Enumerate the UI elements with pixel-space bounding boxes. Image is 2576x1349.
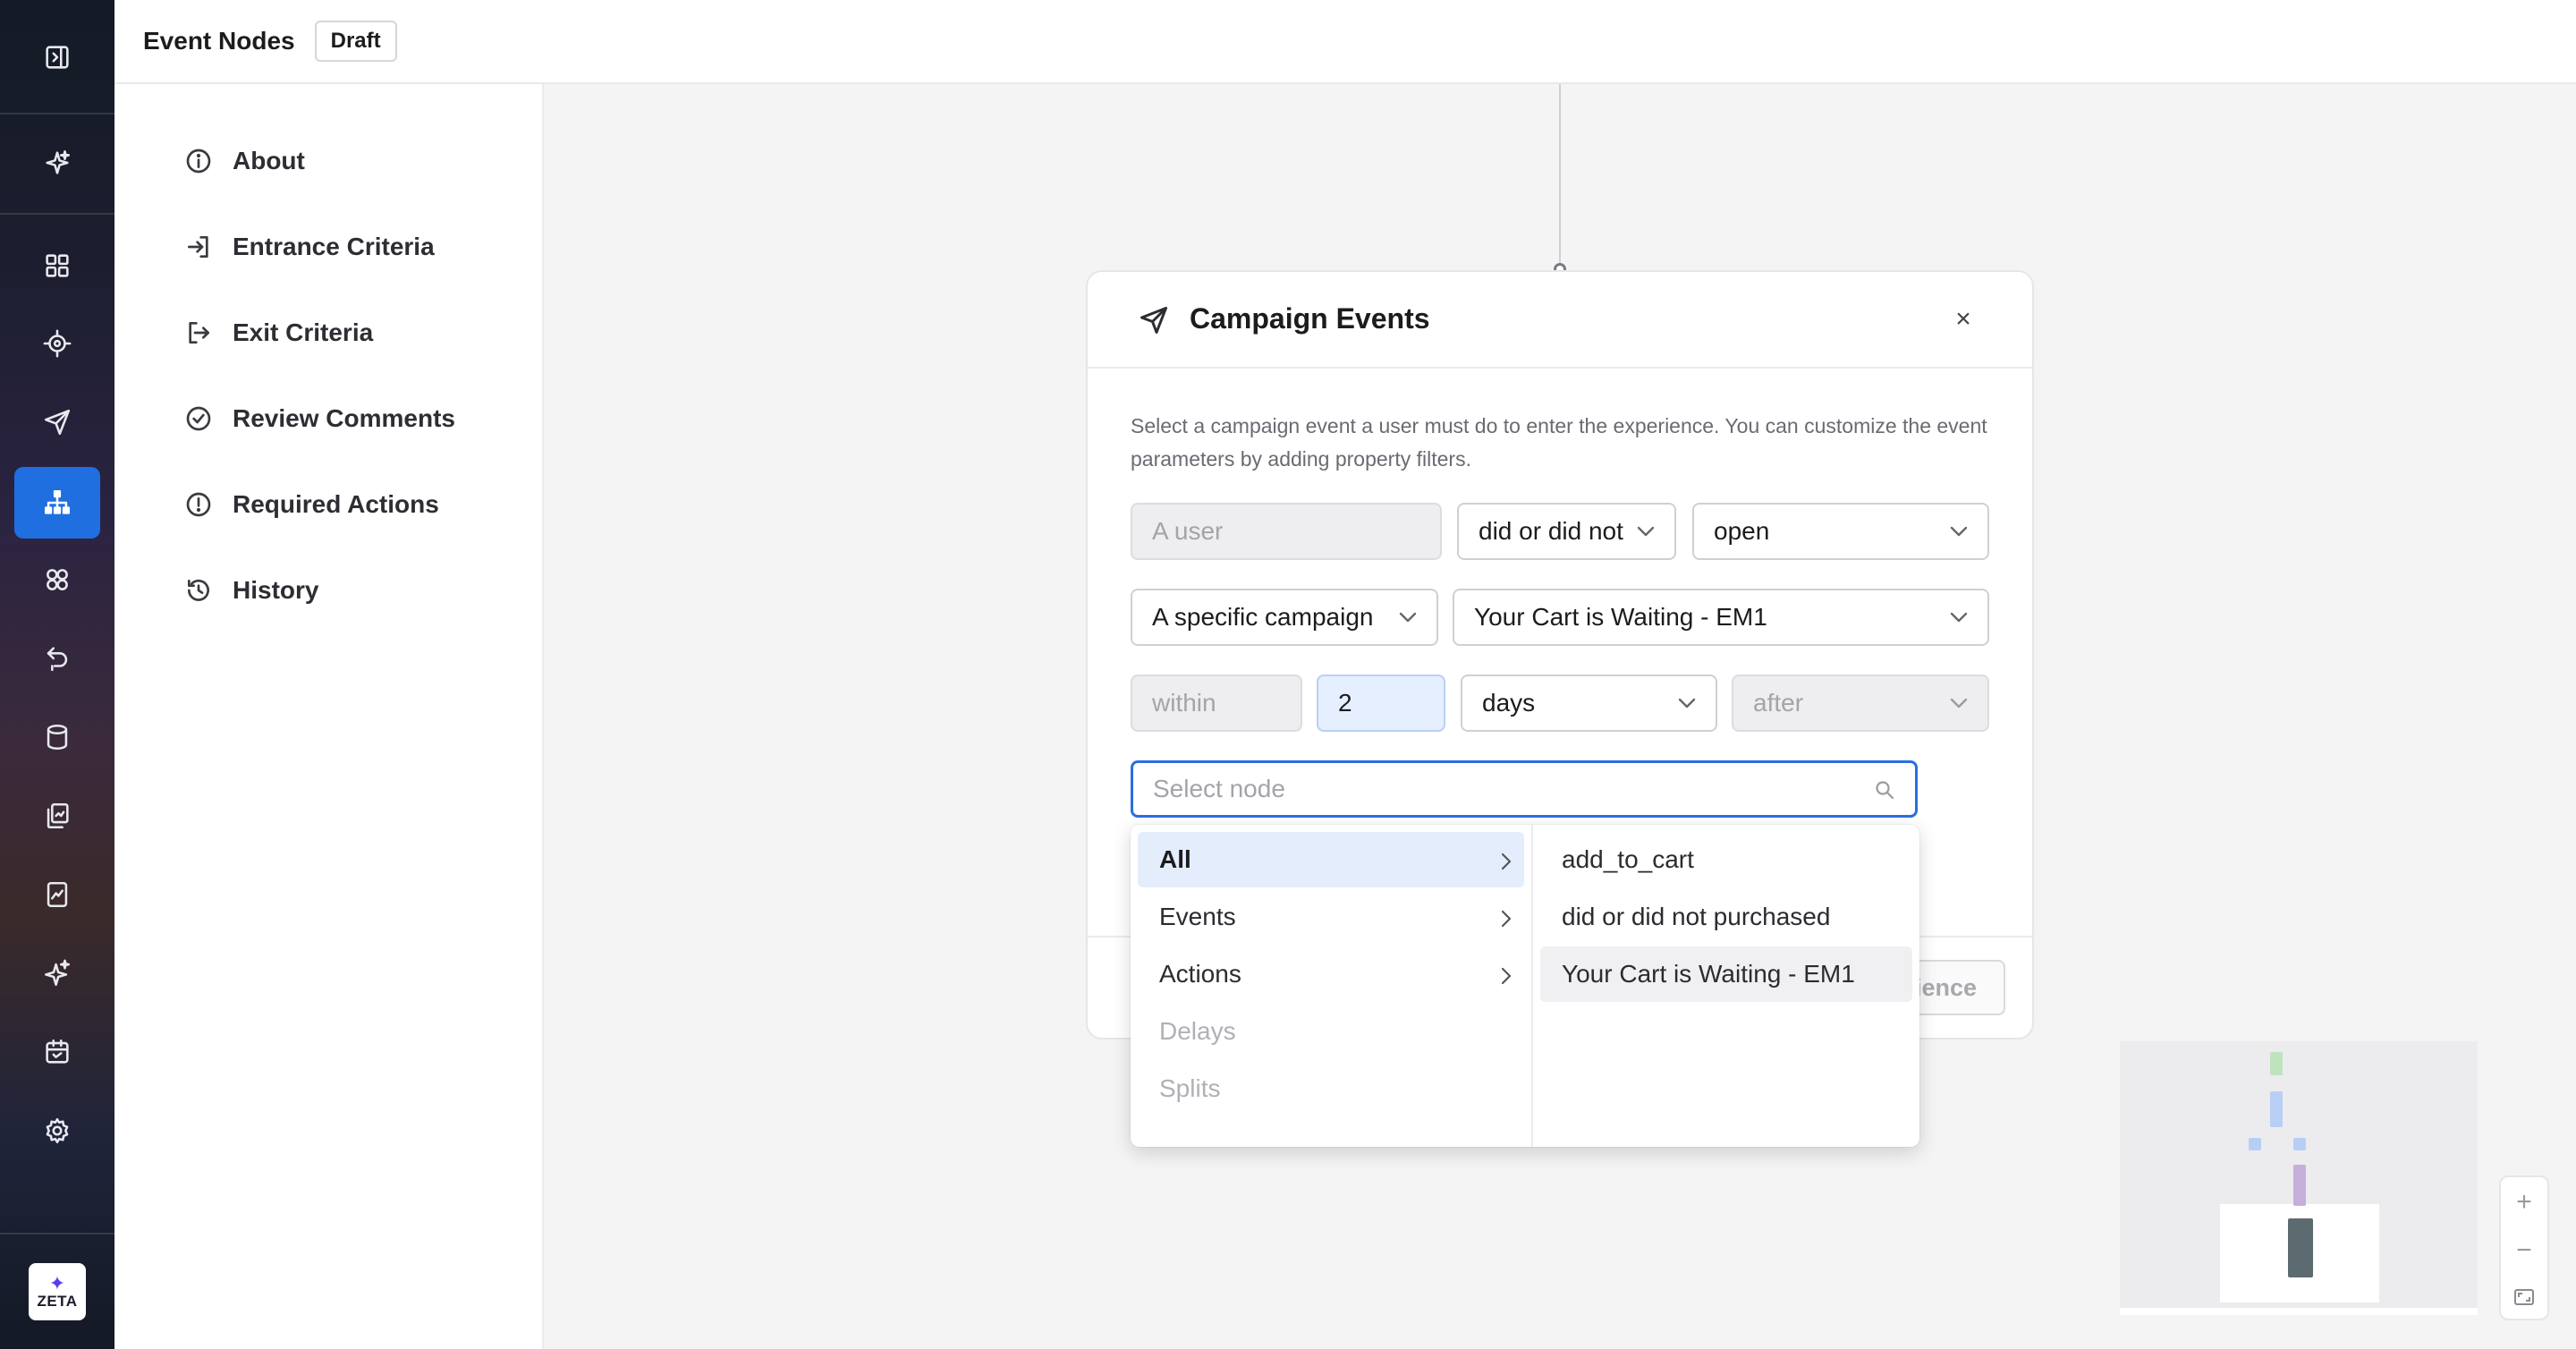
zoom-controls: + −: [2499, 1175, 2549, 1320]
top-bar: Event Nodes Draft: [114, 0, 2576, 84]
category-all[interactable]: All: [1138, 832, 1524, 887]
chevron-down-icon: [1399, 612, 1417, 623]
zoom-out-icon[interactable]: −: [2501, 1227, 2547, 1274]
return-icon[interactable]: [14, 623, 100, 694]
enter-icon: [188, 236, 208, 258]
campaign-select[interactable]: Your Cart is Waiting - EM1: [1453, 589, 1989, 646]
menu-item-label: Review Comments: [233, 404, 455, 432]
qualifier-field: within: [1131, 674, 1302, 732]
event-value: open: [1714, 517, 1770, 545]
menu-item-label: Required Actions: [233, 490, 439, 518]
panel-description: Select a campaign event a user must do t…: [1131, 414, 1987, 471]
chevron-right-icon: [1501, 910, 1512, 928]
node-picker-dropdown: All Events Actions Delays Splits add_to_…: [1131, 825, 1919, 1147]
info-icon: [186, 148, 211, 174]
minimap-node: [2288, 1218, 2313, 1277]
chevron-down-icon: [1950, 698, 1968, 708]
category-list: All Events Actions Delays Splits: [1131, 825, 1533, 1147]
time-unit-select[interactable]: days: [1461, 674, 1717, 732]
calendar-icon[interactable]: [14, 1016, 100, 1088]
search-icon: [1874, 779, 1895, 805]
reports-icon[interactable]: [14, 859, 100, 930]
menu-item-required-actions[interactable]: Required Actions: [184, 478, 439, 531]
exit-icon: [189, 322, 209, 344]
journey-side-menu: About Entrance Criteria Exit Criteria Re…: [114, 84, 544, 1349]
minimap-node: [2270, 1091, 2283, 1127]
menu-item-about[interactable]: About: [184, 134, 305, 188]
flow-connector-line: [1559, 84, 1561, 268]
category-splits: Splits: [1138, 1061, 1524, 1116]
chevron-down-icon: [1950, 526, 1968, 537]
select-node-search[interactable]: [1131, 760, 1918, 818]
chevron-right-icon: [1501, 967, 1512, 985]
category-events[interactable]: Events: [1138, 889, 1524, 945]
condition-value: did or did not: [1479, 517, 1623, 545]
chevron-down-icon: [1950, 612, 1968, 623]
menu-item-label: Exit Criteria: [233, 318, 374, 346]
minimap-node: [2293, 1165, 2306, 1206]
page-title: Event Nodes: [143, 27, 295, 55]
node-option[interactable]: add_to_cart: [1540, 832, 1912, 887]
category-label: Delays: [1159, 1017, 1236, 1045]
logo-text: ZETA: [37, 1293, 78, 1310]
campaign-scope-select[interactable]: A specific campaign: [1131, 589, 1438, 646]
app-rail: ✦ ZETA: [0, 0, 114, 1349]
collapse-sidebar-icon[interactable]: [14, 21, 100, 93]
chevron-down-icon: [1678, 698, 1696, 708]
segments-icon[interactable]: [14, 544, 100, 615]
sparkle-icon[interactable]: [14, 127, 100, 199]
category-label: Events: [1159, 903, 1236, 930]
target-icon[interactable]: [14, 308, 100, 379]
unit-value: days: [1482, 689, 1536, 717]
category-label: All: [1159, 845, 1191, 873]
subject-field: A user: [1131, 503, 1442, 560]
history-icon: [188, 579, 209, 601]
menu-item-label: Entrance Criteria: [233, 233, 435, 260]
zeta-logo[interactable]: ✦ ZETA: [29, 1263, 86, 1320]
database-icon[interactable]: [14, 701, 100, 773]
panel-header: Campaign Events ×: [1088, 272, 2032, 369]
menu-item-entrance-criteria[interactable]: Entrance Criteria: [184, 220, 435, 274]
relation-value: after: [1753, 689, 1804, 717]
category-actions[interactable]: Actions: [1138, 946, 1524, 1002]
campaign-value: Your Cart is Waiting - EM1: [1474, 603, 1767, 631]
journey-tree-icon[interactable]: [14, 467, 100, 539]
category-label: Actions: [1159, 960, 1241, 988]
settings-gear-icon[interactable]: [14, 1095, 100, 1167]
zoom-in-icon[interactable]: +: [2501, 1179, 2547, 1226]
menu-item-label: History: [233, 576, 319, 604]
category-delays: Delays: [1138, 1004, 1524, 1059]
close-icon[interactable]: ×: [1950, 306, 1977, 333]
dashboard-grid-icon[interactable]: [14, 230, 100, 301]
condition-select[interactable]: did or did not: [1457, 503, 1676, 560]
send-icon[interactable]: [14, 386, 100, 458]
fit-view-icon[interactable]: [2501, 1274, 2547, 1320]
category-label: Splits: [1159, 1074, 1221, 1102]
menu-item-exit-criteria[interactable]: Exit Criteria: [184, 306, 373, 360]
minimap-node: [2270, 1052, 2283, 1075]
chevron-right-icon: [1501, 853, 1512, 870]
menu-item-label: About: [233, 147, 305, 174]
amount-input[interactable]: 2: [1317, 674, 1445, 732]
check-circle-icon: [186, 406, 211, 431]
status-badge: Draft: [314, 21, 397, 62]
chevron-down-icon: [1637, 526, 1655, 537]
canvas-minimap[interactable]: [2120, 1041, 2478, 1315]
alert-circle-icon: [186, 492, 211, 517]
panel-title: Campaign Events: [1190, 302, 1430, 335]
relation-select: after: [1732, 674, 1989, 732]
menu-item-review-comments[interactable]: Review Comments: [184, 392, 455, 445]
minimap-node: [2249, 1138, 2261, 1150]
node-search-input[interactable]: [1153, 775, 1851, 803]
node-option[interactable]: Your Cart is Waiting - EM1: [1540, 946, 1912, 1002]
zeta-mark-icon: ✦: [48, 1272, 66, 1294]
event-select[interactable]: open: [1692, 503, 1989, 560]
menu-item-history[interactable]: History: [184, 564, 318, 617]
minimap-node: [2293, 1138, 2306, 1150]
ai-sparkle-icon[interactable]: [14, 938, 100, 1009]
content-copy-icon[interactable]: [14, 780, 100, 852]
scope-value: A specific campaign: [1152, 603, 1374, 631]
node-option[interactable]: did or did not purchased: [1540, 889, 1912, 945]
